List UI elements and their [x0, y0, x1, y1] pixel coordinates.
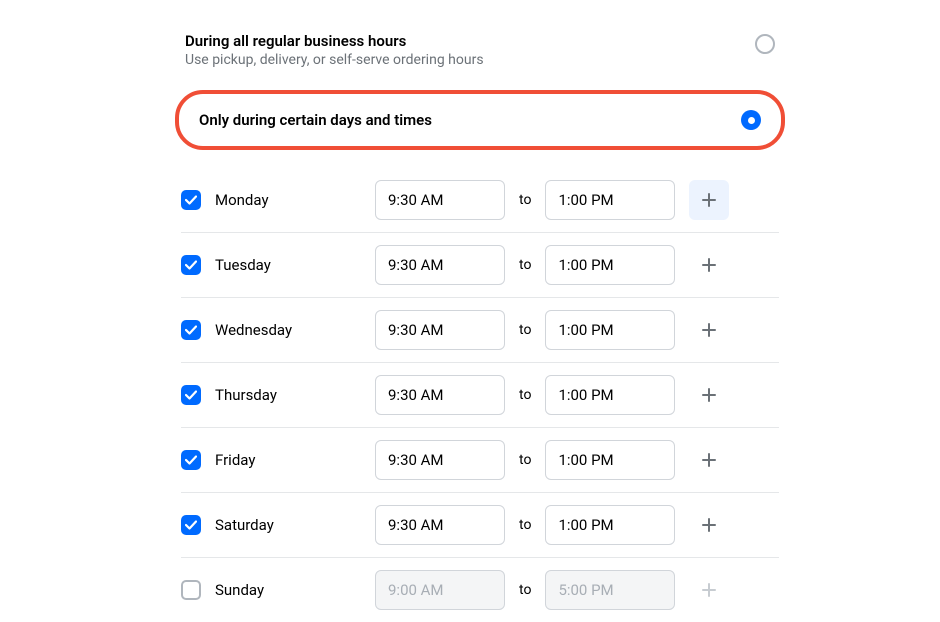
radio-custom-hours[interactable]	[741, 110, 761, 130]
plus-icon	[701, 192, 717, 208]
day-row: Wednesday to	[181, 297, 779, 362]
end-time-input	[545, 570, 675, 610]
start-time-input	[375, 570, 505, 610]
start-time-input[interactable]	[375, 310, 505, 350]
to-label: to	[519, 192, 531, 208]
day-checkbox[interactable]	[181, 580, 201, 600]
radio-regular-hours[interactable]	[755, 34, 775, 54]
start-time-input[interactable]	[375, 245, 505, 285]
end-time-input[interactable]	[545, 505, 675, 545]
add-time-button[interactable]	[689, 375, 729, 415]
plus-icon	[701, 452, 717, 468]
day-label: Friday	[215, 451, 375, 469]
day-label: Thursday	[215, 386, 375, 404]
option-custom-title: Only during certain days and times	[199, 111, 432, 129]
start-time-input[interactable]	[375, 375, 505, 415]
add-time-button[interactable]	[689, 440, 729, 480]
day-row: Monday to	[181, 168, 779, 232]
day-row: Thursday to	[181, 362, 779, 427]
option-regular-text: During all regular business hours Use pi…	[185, 32, 755, 68]
day-row: Saturday to	[181, 492, 779, 557]
add-time-button[interactable]	[689, 310, 729, 350]
add-time-button[interactable]	[689, 245, 729, 285]
add-time-button[interactable]	[689, 505, 729, 545]
day-label: Sunday	[215, 581, 375, 599]
add-time-button	[689, 570, 729, 610]
day-checkbox[interactable]	[181, 320, 201, 340]
end-time-input[interactable]	[545, 245, 675, 285]
to-label: to	[519, 322, 531, 338]
plus-icon	[701, 582, 717, 598]
end-time-input[interactable]	[545, 310, 675, 350]
days-list: MondaytoTuesdaytoWednesdaytoThursdaytoFr…	[175, 168, 785, 622]
to-label: to	[519, 582, 531, 598]
option-regular-hours[interactable]: During all regular business hours Use pi…	[175, 24, 785, 80]
option-regular-subtitle: Use pickup, delivery, or self-serve orde…	[185, 52, 755, 68]
option-regular-title: During all regular business hours	[185, 32, 755, 50]
day-row: Tuesday to	[181, 232, 779, 297]
end-time-input[interactable]	[545, 180, 675, 220]
day-checkbox[interactable]	[181, 190, 201, 210]
day-label: Saturday	[215, 516, 375, 534]
plus-icon	[701, 387, 717, 403]
end-time-input[interactable]	[545, 375, 675, 415]
day-label: Monday	[215, 191, 375, 209]
day-checkbox[interactable]	[181, 255, 201, 275]
day-checkbox[interactable]	[181, 385, 201, 405]
to-label: to	[519, 452, 531, 468]
plus-icon	[701, 517, 717, 533]
to-label: to	[519, 517, 531, 533]
start-time-input[interactable]	[375, 180, 505, 220]
day-checkbox[interactable]	[181, 450, 201, 470]
plus-icon	[701, 322, 717, 338]
start-time-input[interactable]	[375, 440, 505, 480]
plus-icon	[701, 257, 717, 273]
day-label: Tuesday	[215, 256, 375, 274]
day-row: Sunday to	[181, 557, 779, 622]
option-custom-hours[interactable]: Only during certain days and times	[175, 90, 785, 150]
add-time-button[interactable]	[689, 180, 729, 220]
day-row: Friday to	[181, 427, 779, 492]
to-label: to	[519, 257, 531, 273]
end-time-input[interactable]	[545, 440, 675, 480]
day-label: Wednesday	[215, 321, 375, 339]
day-checkbox[interactable]	[181, 515, 201, 535]
start-time-input[interactable]	[375, 505, 505, 545]
to-label: to	[519, 387, 531, 403]
